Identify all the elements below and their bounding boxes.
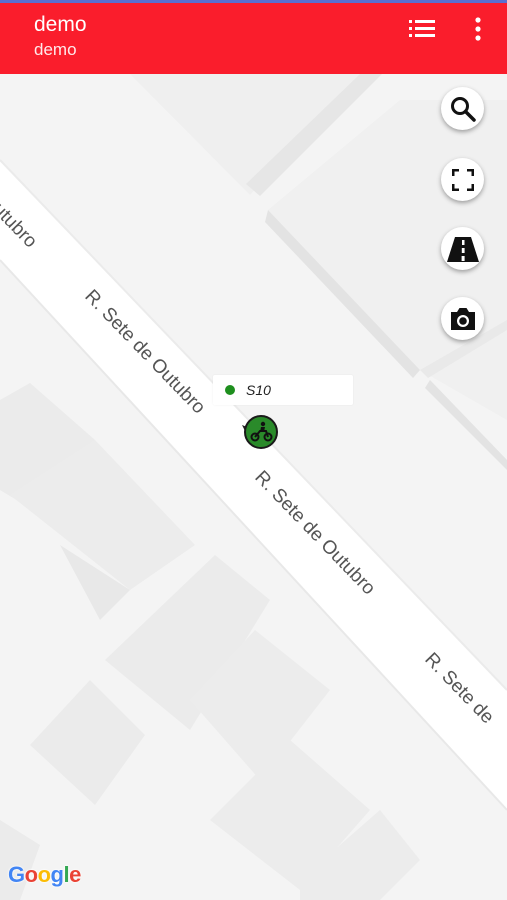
vehicle-status-dot: [225, 385, 235, 395]
app-subtitle: demo: [34, 40, 77, 59]
camera-button[interactable]: [441, 297, 484, 340]
app-title: demo: [34, 13, 87, 36]
camera-icon: [450, 307, 475, 330]
vehicle-marker[interactable]: [240, 413, 280, 453]
fullscreen-button[interactable]: [441, 158, 484, 201]
more-vert-icon: [475, 17, 481, 41]
search-icon: [450, 96, 476, 122]
road-button[interactable]: [441, 227, 484, 270]
fullscreen-icon: [451, 168, 474, 191]
search-button[interactable]: [441, 87, 484, 130]
list-icon: [409, 20, 435, 37]
list-button[interactable]: [402, 11, 442, 47]
vehicle-label[interactable]: S10: [213, 375, 353, 405]
road-icon: [446, 236, 479, 262]
vehicle-name: S10: [246, 382, 271, 398]
app-bar: demo demo: [0, 0, 507, 74]
more-options-button[interactable]: [458, 11, 498, 47]
google-logo: Google: [8, 862, 81, 887]
